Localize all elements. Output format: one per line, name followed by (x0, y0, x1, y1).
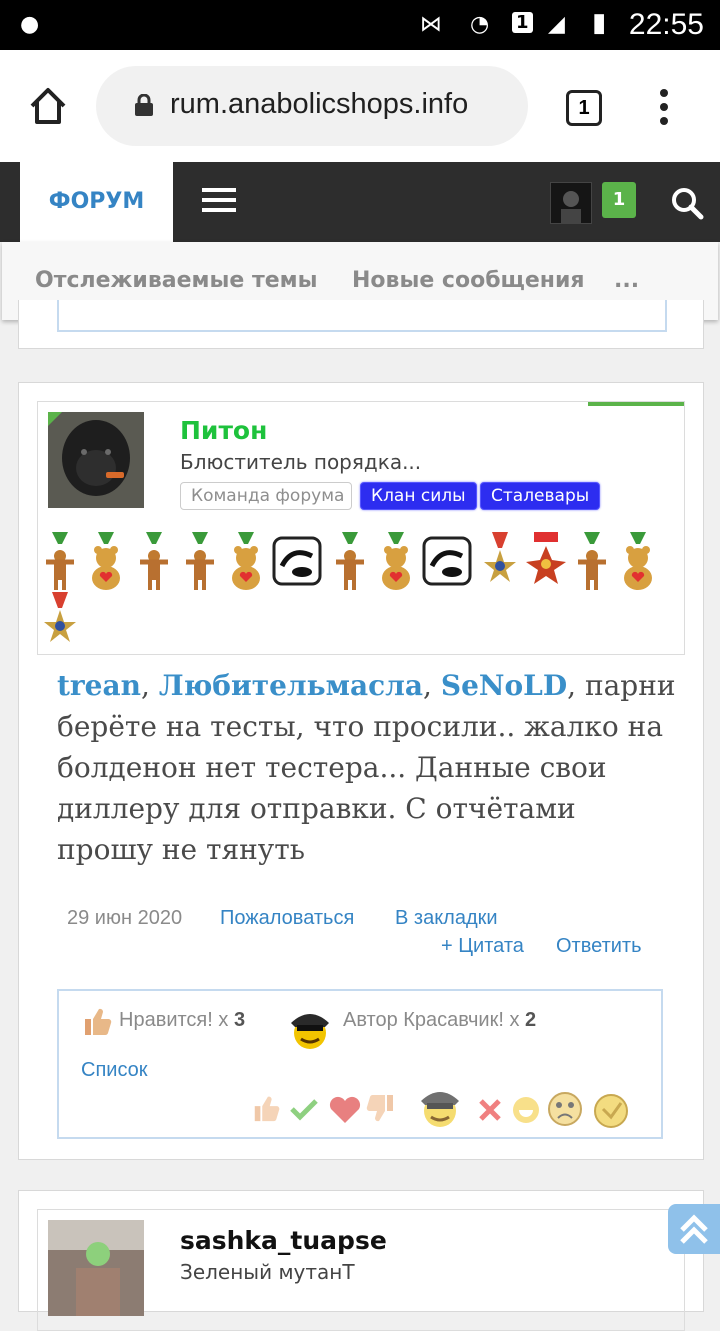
post-user-info: Питон Блюститель порядка... Команда фору… (37, 401, 685, 655)
award-bear-icon (624, 532, 652, 590)
reactions-list-link[interactable]: Список (81, 1059, 148, 1082)
user-tag-team: Команда форума (180, 482, 352, 510)
award-bodybuilder-icon (46, 532, 74, 590)
post-author[interactable]: Питон (180, 416, 267, 445)
quote-link[interactable]: + Цитата (441, 935, 524, 958)
previous-reactions-box (57, 300, 667, 332)
mention-link[interactable]: SeNoLD (441, 669, 567, 702)
thumbs-up-icon[interactable] (251, 1093, 281, 1123)
award-bodybuilder-icon (578, 532, 606, 590)
checkmark-icon[interactable] (289, 1097, 319, 1121)
subnav-more[interactable]: ... (614, 268, 639, 293)
home-icon[interactable] (26, 84, 70, 128)
wifi-icon: ◔ (470, 12, 490, 37)
heart-icon[interactable] (327, 1095, 363, 1125)
next-post-author-title: Зеленый мутанТ (180, 1260, 355, 1284)
post-date[interactable]: 29 июн 2020 (67, 907, 182, 930)
post-body: trean, Любительмасла, SeNoLD, парни берё… (57, 669, 676, 866)
notification-icon: ● (20, 12, 40, 37)
forum-navbar: ФОРУМ 1 (0, 162, 720, 242)
avatar[interactable] (48, 412, 144, 508)
next-post-card: sashka_tuapse Зеленый мутанТ (18, 1190, 704, 1331)
mention-link[interactable]: Любительмасла (159, 669, 423, 702)
hamburger-menu-icon[interactable] (202, 188, 236, 218)
mute-icon: ⋈ (420, 12, 442, 37)
cross-icon[interactable] (477, 1097, 503, 1123)
subnav-watched-threads[interactable]: Отслеживаемые темы (35, 268, 318, 293)
mention-link[interactable]: trean (57, 669, 141, 702)
award-bear-icon (382, 532, 410, 590)
lock-icon (135, 94, 153, 116)
cool-smiley-icon (291, 1014, 329, 1049)
award-star-medal-icon (484, 532, 516, 582)
award-order-icon (526, 532, 566, 584)
user-avatar[interactable] (550, 182, 592, 224)
subnav-new-posts[interactable]: Новые сообщения (352, 268, 585, 293)
address-bar[interactable]: rum.anabolicshops.info (96, 66, 528, 146)
search-icon[interactable] (670, 186, 704, 220)
status-bar: ● ⋈ ◔ 1 ◢ ▮ 22:55 (0, 0, 720, 50)
overflow-menu-icon[interactable] (656, 86, 672, 130)
battery-icon: ▮ (592, 8, 607, 38)
post-author-title: Блюститель порядка... (180, 450, 422, 474)
next-post-author[interactable]: sashka_tuapse (180, 1226, 387, 1255)
award-bodybuilder-icon (336, 532, 364, 590)
scroll-to-top-button[interactable] (668, 1204, 720, 1254)
previous-post-tail (18, 300, 704, 349)
award-shaker-icon (272, 536, 322, 586)
award-shaker-icon (422, 536, 472, 586)
medal-smiley-icon[interactable] (591, 1089, 631, 1129)
reply-link[interactable]: Ответить (556, 935, 642, 958)
signal-icon: ◢ (548, 12, 565, 37)
url-text: rum.anabolicshops.info (170, 88, 469, 120)
user-tag-steelworkers: Сталевары (480, 482, 601, 510)
cool-smiley-icon[interactable] (415, 1085, 465, 1129)
online-indicator (588, 402, 684, 406)
thumbs-down-icon[interactable] (365, 1093, 397, 1125)
reactions-box: Нравится! x 3 Автор Красавчик! x 2 Списо… (57, 989, 663, 1139)
next-post-user-info: sashka_tuapse Зеленый мутанТ (37, 1209, 685, 1331)
thumbs-up-icon (85, 1008, 112, 1036)
award-bodybuilder-icon (140, 532, 168, 590)
like-reaction-summary[interactable]: Нравится! x 3 (119, 1009, 245, 1032)
sim-icon: 1 (512, 12, 533, 33)
double-chevron-up-icon (680, 1214, 708, 1244)
award-bodybuilder-icon (186, 532, 214, 590)
clock: 22:55 (628, 8, 704, 41)
bookmark-link[interactable]: В закладки (395, 907, 498, 930)
cool-reaction-summary[interactable]: Автор Красавчик! x 2 (343, 1009, 536, 1032)
tab-switcher-button[interactable]: 1 (566, 90, 602, 126)
sad-smiley-icon[interactable] (547, 1091, 583, 1127)
browser-toolbar: rum.anabolicshops.info 1 (0, 50, 720, 162)
report-link[interactable]: Пожаловаться (220, 907, 354, 930)
user-tag-clan: Клан силы (360, 482, 477, 510)
avatar[interactable] (48, 1220, 144, 1316)
award-bear-icon (92, 532, 120, 590)
award-bear-icon (232, 532, 260, 590)
tab-forum[interactable]: ФОРУМ (20, 162, 173, 242)
alerts-badge[interactable]: 1 (602, 182, 636, 218)
award-star-medal-icon (44, 592, 76, 642)
laughing-smiley-icon[interactable] (511, 1095, 541, 1125)
post-card: Питон Блюститель порядка... Команда фору… (18, 382, 704, 1160)
